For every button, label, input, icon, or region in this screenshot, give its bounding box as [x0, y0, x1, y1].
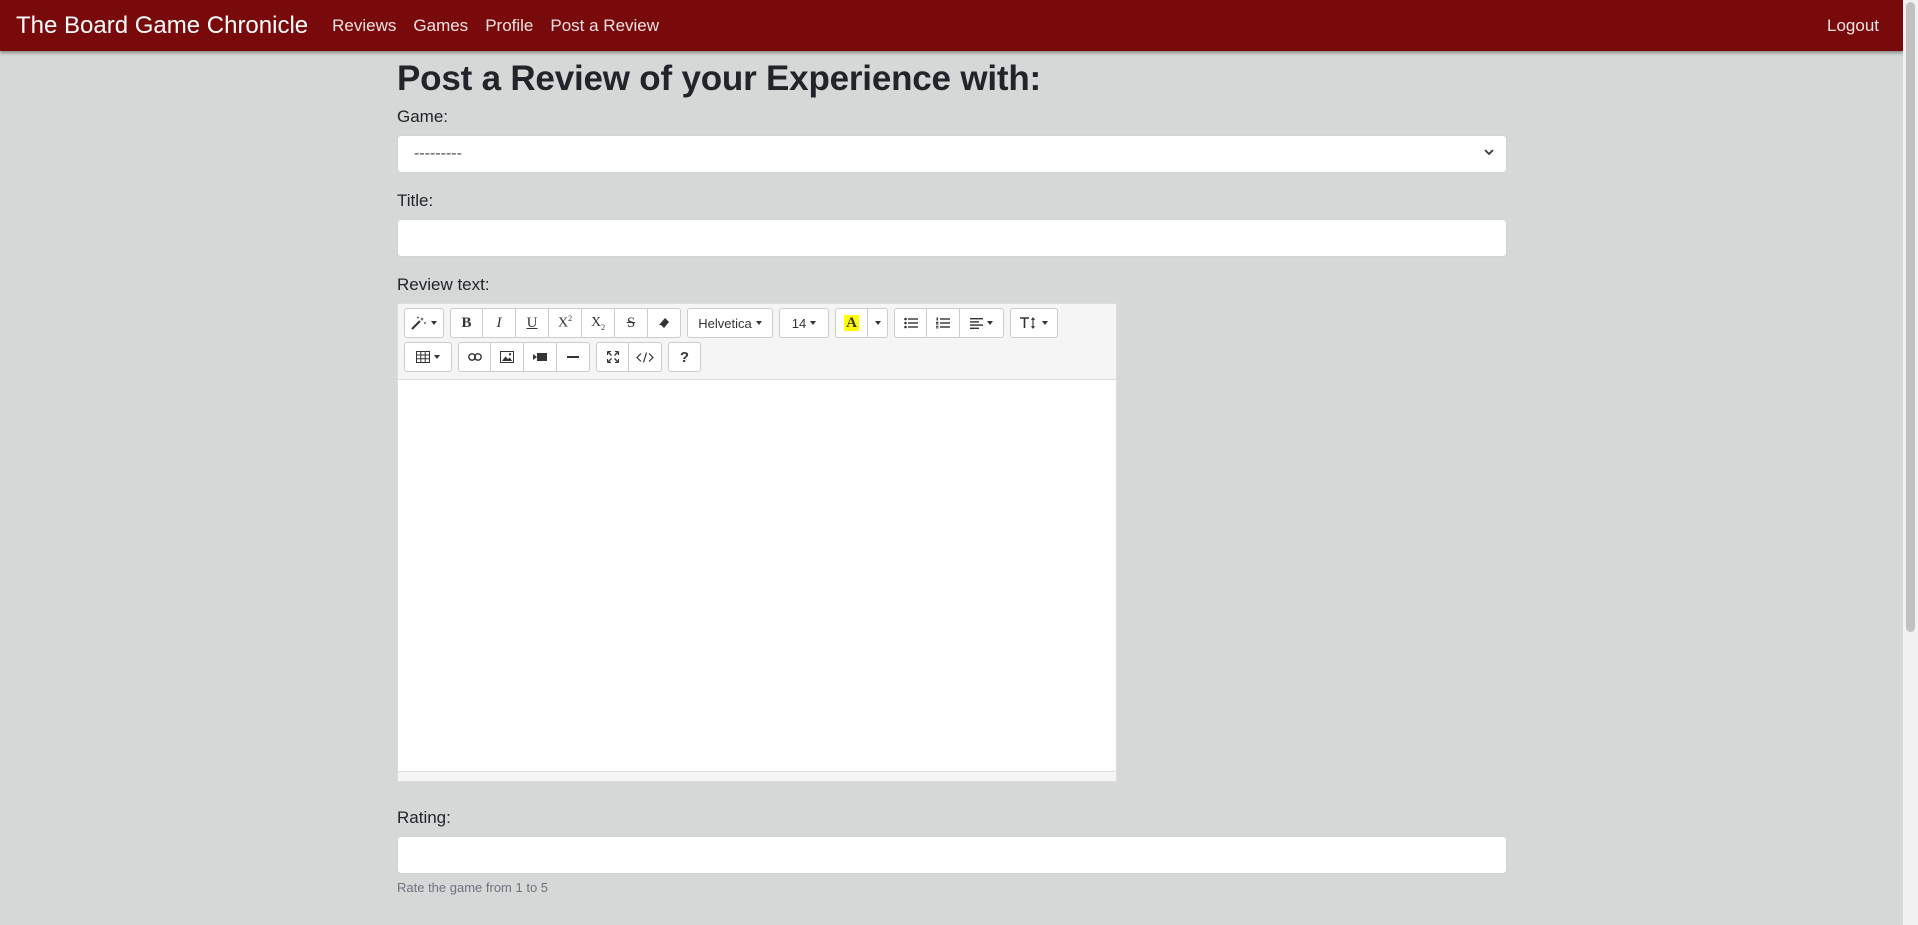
- italic-icon: I: [496, 314, 502, 331]
- brand-link[interactable]: The Board Game Chronicle: [16, 12, 308, 40]
- picture-icon: [500, 351, 514, 363]
- table-dropdown[interactable]: [404, 342, 452, 372]
- title-input[interactable]: [397, 219, 1507, 257]
- video-button[interactable]: [524, 342, 557, 372]
- code-view-button[interactable]: [629, 342, 662, 372]
- code-icon: [636, 351, 654, 363]
- rating-input[interactable]: [397, 836, 1507, 874]
- paragraph-align-dropdown[interactable]: [960, 308, 1004, 338]
- editor-toolbar: B I U X2 X2 S Helvetica 14 A ?: [398, 304, 1116, 380]
- rating-label: Rating:: [397, 808, 451, 827]
- font-name-value: Helvetica: [698, 315, 752, 331]
- link-button[interactable]: [458, 342, 491, 372]
- page-title: Post a Review of your Experience with:: [397, 59, 1041, 98]
- nav-link-post-review[interactable]: Post a Review: [550, 16, 659, 36]
- eraser-icon: [659, 318, 669, 328]
- magic-icon: [411, 316, 426, 330]
- video-icon: [533, 353, 547, 361]
- fullscreen-button[interactable]: [596, 342, 629, 372]
- title-label: Title:: [397, 191, 434, 210]
- review-form-container: Post a Review of your Experience with: G…: [397, 51, 1507, 895]
- bold-button[interactable]: B: [450, 308, 483, 338]
- style-button[interactable]: [404, 308, 444, 338]
- unordered-list-icon: [903, 317, 918, 329]
- text-height-icon: [1020, 317, 1035, 329]
- bold-icon: B: [461, 314, 472, 331]
- game-label: Game:: [397, 107, 449, 126]
- picture-button[interactable]: [491, 342, 524, 372]
- font-size-value: 14: [791, 315, 807, 331]
- page-scrollbar[interactable]: [1903, 0, 1918, 925]
- minus-icon: [567, 356, 579, 358]
- rating-help-text: Rate the game from 1 to 5: [397, 880, 549, 895]
- nav-link-profile[interactable]: Profile: [485, 16, 533, 36]
- line-height-dropdown[interactable]: [1010, 308, 1058, 338]
- strikethrough-button[interactable]: S: [615, 308, 648, 338]
- table-icon: [416, 351, 430, 363]
- expand-icon: [606, 351, 619, 363]
- help-icon: ?: [679, 348, 690, 366]
- font-size-dropdown[interactable]: 14: [779, 308, 829, 338]
- clear-format-button[interactable]: [648, 308, 681, 338]
- align-left-icon: [970, 317, 983, 329]
- ordered-list-icon: [936, 317, 950, 329]
- italic-button[interactable]: I: [483, 308, 516, 338]
- caret-down-icon: [874, 321, 881, 325]
- logout-link[interactable]: Logout: [1827, 16, 1879, 36]
- underline-button[interactable]: U: [516, 308, 549, 338]
- text-color-dropdown[interactable]: [868, 308, 888, 338]
- ordered-list-button[interactable]: [927, 308, 960, 338]
- underline-icon: U: [526, 314, 538, 331]
- superscript-button[interactable]: X2: [549, 308, 582, 338]
- rich-text-editor: B I U X2 X2 S Helvetica 14 A ?: [397, 303, 1117, 782]
- strikethrough-icon: S: [626, 314, 636, 331]
- link-icon: [467, 353, 482, 361]
- unordered-list-button[interactable]: [894, 308, 927, 338]
- review-text-editable[interactable]: [398, 380, 1116, 771]
- review-text-label: Review text:: [397, 275, 490, 294]
- help-button[interactable]: ?: [668, 342, 701, 372]
- subscript-icon: X2: [590, 314, 606, 332]
- game-select-value: ---------: [414, 145, 462, 162]
- nav-link-reviews[interactable]: Reviews: [332, 16, 396, 36]
- superscript-icon: X2: [557, 314, 573, 331]
- top-navbar: The Board Game Chronicle Reviews Games P…: [0, 0, 1903, 51]
- scroll-thumb[interactable]: [1906, 2, 1915, 632]
- horizontal-rule-button[interactable]: [557, 342, 590, 372]
- text-color-button[interactable]: A: [835, 308, 868, 338]
- nav-link-games[interactable]: Games: [413, 16, 468, 36]
- editor-resize-bar[interactable]: [398, 771, 1116, 781]
- text-color-icon: A: [844, 315, 859, 331]
- subscript-button[interactable]: X2: [582, 308, 615, 338]
- font-name-dropdown[interactable]: Helvetica: [687, 308, 773, 338]
- game-select[interactable]: ---------: [397, 135, 1507, 173]
- chevron-down-icon: [1484, 149, 1494, 156]
